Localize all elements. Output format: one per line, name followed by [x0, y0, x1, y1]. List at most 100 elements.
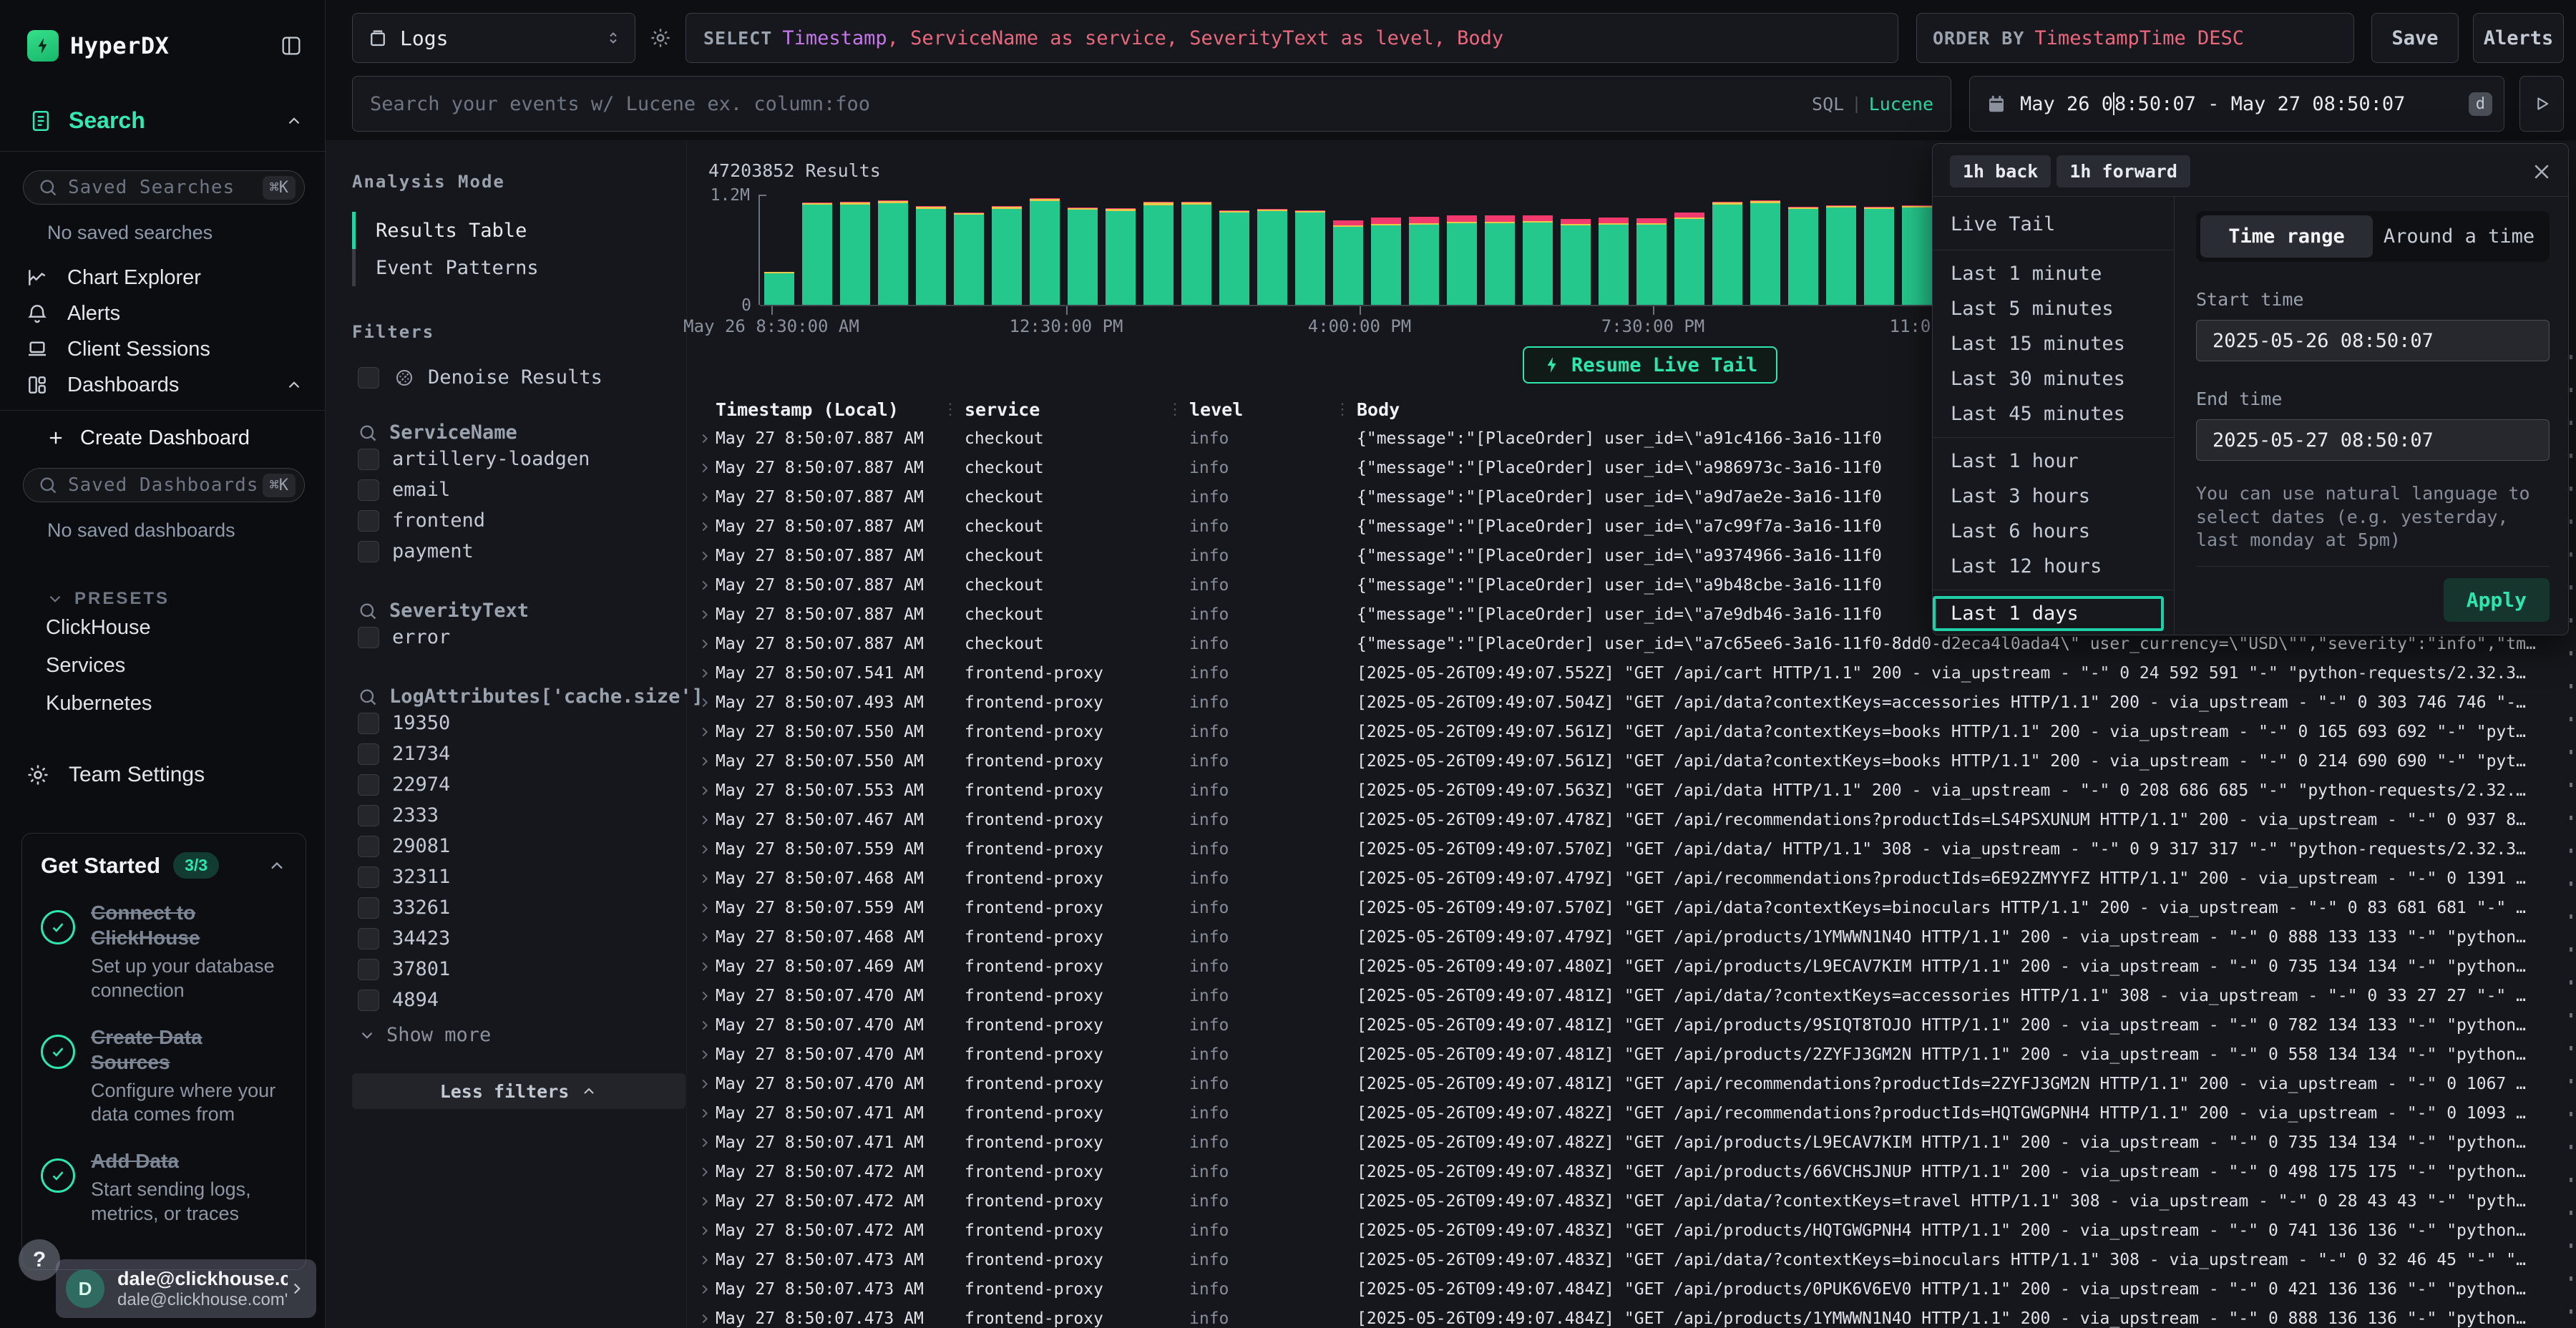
table-row[interactable]: May 27 8:50:07.471 AMfrontend-proxyinfo[…: [687, 1128, 2576, 1157]
time-preset-last-45-minutes[interactable]: Last 45 minutes: [1933, 396, 2174, 431]
shift-1h-forward-button[interactable]: 1h forward: [2057, 155, 2190, 187]
date-range-input[interactable]: May 26 08:50:07 - May 27 08:50:07 d: [1969, 76, 2504, 132]
table-row[interactable]: May 27 8:50:07.470 AMfrontend-proxyinfo[…: [687, 1069, 2576, 1098]
checkbox[interactable]: [358, 367, 379, 389]
sidebar-item-team-settings[interactable]: Team Settings: [26, 763, 325, 787]
row-expand-icon[interactable]: [687, 1164, 716, 1180]
checkbox[interactable]: [358, 449, 379, 470]
row-expand-icon[interactable]: [687, 1105, 716, 1121]
checkbox[interactable]: [358, 928, 379, 949]
get-started-step[interactable]: Create Data Sources Configure where your…: [41, 1025, 287, 1128]
row-expand-icon[interactable]: [687, 871, 716, 887]
show-more-button[interactable]: Show more: [352, 1024, 686, 1046]
filter-value-32311[interactable]: 32311: [352, 861, 686, 892]
checkbox[interactable]: [358, 743, 379, 765]
histogram-bar[interactable]: [1333, 220, 1363, 305]
table-row[interactable]: May 27 8:50:07.468 AMfrontend-proxyinfo[…: [687, 864, 2576, 893]
column-resize-handle[interactable]: ⋮: [1161, 401, 1189, 419]
table-row[interactable]: May 27 8:50:07.550 AMfrontend-proxyinfo[…: [687, 717, 2576, 746]
checkbox[interactable]: [358, 541, 379, 562]
row-expand-icon[interactable]: [687, 783, 716, 799]
preset-services[interactable]: Services: [0, 647, 325, 685]
row-expand-icon[interactable]: [687, 519, 716, 534]
time-preset-last-1-hour[interactable]: Last 1 hour: [1933, 444, 2174, 479]
close-icon[interactable]: [2531, 161, 2552, 182]
row-expand-icon[interactable]: [687, 1076, 716, 1092]
checkbox[interactable]: [358, 510, 379, 532]
mode-results-table[interactable]: Results Table: [352, 212, 686, 249]
filter-value-frontend[interactable]: frontend: [352, 505, 686, 536]
row-expand-icon[interactable]: [687, 1047, 716, 1063]
col-timestamp[interactable]: Timestamp (Local): [716, 399, 936, 420]
row-expand-icon[interactable]: [687, 929, 716, 945]
column-resize-handle-right[interactable]: [2570, 355, 2572, 1328]
table-row[interactable]: May 27 8:50:07.472 AMfrontend-proxyinfo[…: [687, 1186, 2576, 1216]
checkbox[interactable]: [358, 836, 379, 857]
histogram-bar[interactable]: [1068, 208, 1098, 305]
time-preset-last-5-minutes[interactable]: Last 5 minutes: [1933, 291, 2174, 326]
less-filters-button[interactable]: Less filters: [352, 1073, 686, 1109]
search-icon[interactable]: [358, 423, 378, 443]
time-preset-last-12-hours[interactable]: Last 12 hours: [1933, 549, 2174, 584]
histogram-bar[interactable]: [1106, 208, 1136, 305]
sidebar-item-alerts[interactable]: Alerts: [0, 296, 325, 331]
table-row[interactable]: May 27 8:50:07.493 AMfrontend-proxyinfo[…: [687, 688, 2576, 717]
table-row[interactable]: May 27 8:50:07.467 AMfrontend-proxyinfo[…: [687, 805, 2576, 834]
row-expand-icon[interactable]: [687, 1281, 716, 1297]
filter-value-37801[interactable]: 37801: [352, 954, 686, 985]
filter-value-21734[interactable]: 21734: [352, 738, 686, 769]
table-row[interactable]: May 27 8:50:07.472 AMfrontend-proxyinfo[…: [687, 1216, 2576, 1245]
filter-value-34423[interactable]: 34423: [352, 923, 686, 954]
table-row[interactable]: May 27 8:50:07.471 AMfrontend-proxyinfo[…: [687, 1098, 2576, 1128]
filter-value-19350[interactable]: 19350: [352, 708, 686, 738]
start-time-input[interactable]: 2025-05-26 08:50:07: [2196, 320, 2550, 361]
mode-lucene-toggle[interactable]: Lucene: [1869, 94, 1933, 114]
histogram-bar[interactable]: [1902, 205, 1932, 305]
create-dashboard-button[interactable]: Create Dashboard: [46, 421, 325, 455]
sidebar-item-client-sessions[interactable]: Client Sessions: [0, 331, 325, 367]
table-row[interactable]: May 27 8:50:07.469 AMfrontend-proxyinfo[…: [687, 952, 2576, 981]
chevron-up-icon[interactable]: [267, 856, 287, 876]
histogram-bar[interactable]: [1636, 218, 1667, 305]
histogram-bar[interactable]: [840, 202, 870, 305]
row-expand-icon[interactable]: [687, 1135, 716, 1151]
resume-live-tail-button[interactable]: Resume Live Tail: [1523, 346, 1777, 384]
time-preset-last-6-hours[interactable]: Last 6 hours: [1933, 514, 2174, 549]
sidebar-item-chart-explorer[interactable]: Chart Explorer: [0, 260, 325, 296]
col-service[interactable]: service: [965, 399, 1161, 420]
histogram-bar[interactable]: [954, 213, 984, 305]
checkbox[interactable]: [358, 627, 379, 648]
row-expand-icon[interactable]: [687, 1223, 716, 1239]
histogram-bar[interactable]: [878, 200, 908, 305]
mode-sql-toggle[interactable]: SQL: [1812, 94, 1844, 114]
row-expand-icon[interactable]: [687, 431, 716, 446]
filter-value-payment[interactable]: payment: [352, 536, 686, 567]
histogram-bar[interactable]: [1409, 217, 1439, 305]
histogram-bar[interactable]: [1030, 198, 1060, 305]
table-row[interactable]: May 27 8:50:07.559 AMfrontend-proxyinfo[…: [687, 893, 2576, 922]
get-started-step[interactable]: Connect to ClickHouse Set up your databa…: [41, 900, 287, 1003]
filter-value-email[interactable]: email: [352, 474, 686, 505]
filter-value-error[interactable]: error: [352, 622, 686, 653]
saved-searches-input[interactable]: Saved Searches ⌘K: [23, 170, 305, 205]
row-expand-icon[interactable]: [687, 548, 716, 564]
checkbox[interactable]: [358, 774, 379, 796]
user-menu[interactable]: D dale@clickhouse.com dale@clickhouse.co…: [56, 1259, 316, 1318]
row-expand-icon[interactable]: [687, 1017, 716, 1033]
time-preset-last-2-days[interactable]: Last 2 days: [1933, 631, 2174, 635]
row-expand-icon[interactable]: [687, 665, 716, 681]
table-row[interactable]: May 27 8:50:07.541 AMfrontend-proxyinfo[…: [687, 658, 2576, 688]
histogram-bar[interactable]: [802, 202, 832, 305]
filter-value-artillery-loadgen[interactable]: artillery-loadgen: [352, 444, 686, 474]
filter-value-2333[interactable]: 2333: [352, 800, 686, 831]
table-row[interactable]: May 27 8:50:07.472 AMfrontend-proxyinfo[…: [687, 1157, 2576, 1186]
table-row[interactable]: May 27 8:50:07.473 AMfrontend-proxyinfo[…: [687, 1245, 2576, 1274]
source-settings-button[interactable]: [635, 13, 686, 63]
checkbox[interactable]: [358, 713, 379, 734]
histogram-bar[interactable]: [992, 206, 1022, 305]
row-expand-icon[interactable]: [687, 724, 716, 740]
row-expand-icon[interactable]: [687, 988, 716, 1004]
histogram-bar[interactable]: [1826, 205, 1856, 305]
saved-dashboards-input[interactable]: Saved Dashboards ⌘K: [23, 468, 305, 502]
filter-value-29081[interactable]: 29081: [352, 831, 686, 861]
